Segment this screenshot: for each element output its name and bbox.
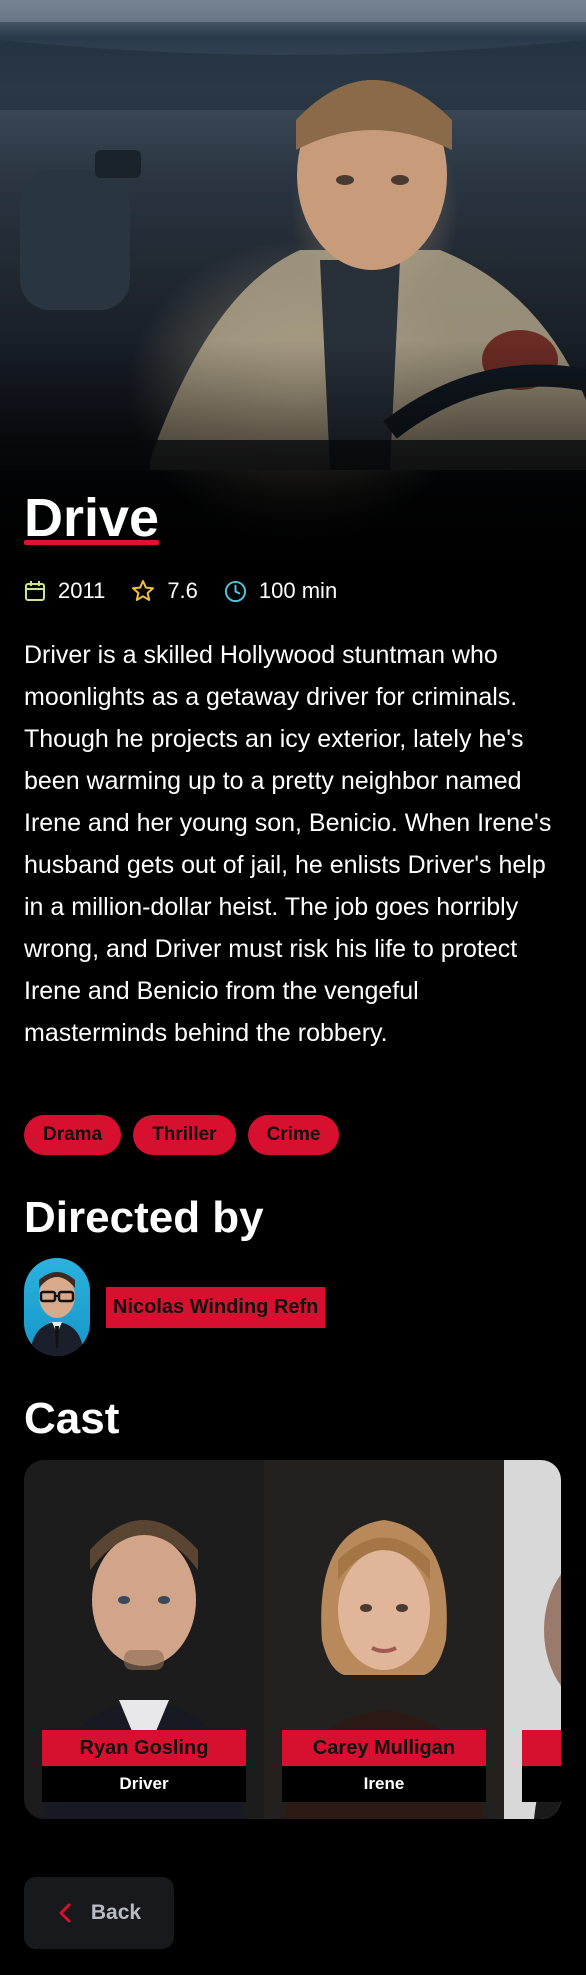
cast-character	[522, 1766, 561, 1802]
clock-icon	[224, 580, 246, 602]
director-name: Nicolas Winding Refn	[106, 1286, 326, 1328]
genre-tag[interactable]: Thriller	[133, 1115, 236, 1155]
star-icon	[132, 580, 155, 601]
genre-tag[interactable]: Drama	[24, 1115, 122, 1155]
directed-by-heading: Directed by	[24, 1193, 264, 1242]
cast-character: Driver	[42, 1766, 246, 1802]
cast-name: Carey Mulligan	[282, 1730, 486, 1766]
genre-list: Drama Thriller Crime	[24, 1115, 340, 1155]
calendar-icon	[25, 581, 45, 601]
runtime-text: 100 min	[258, 578, 338, 603]
director-entry[interactable]: Nicolas Winding Refn	[24, 1258, 326, 1356]
movie-overview: Driver is a skilled Hollywood stuntman w…	[24, 641, 552, 1047]
release-year: 2011	[24, 578, 105, 604]
cast-name: Ryan Gosling	[42, 1730, 246, 1766]
cast-card[interactable]: Carey Mulligan Irene	[264, 1460, 504, 1819]
back-button[interactable]: Back	[24, 1877, 174, 1949]
title-underline	[24, 540, 159, 545]
rating-text: 7.6	[167, 578, 198, 603]
rating: 7.6	[131, 578, 198, 604]
director-avatar	[24, 1258, 90, 1356]
movie-meta: 2011 7.6 100 min	[24, 574, 363, 608]
cast-heading: Cast	[24, 1394, 120, 1443]
genre-tag[interactable]: Crime	[247, 1115, 340, 1155]
cast-card[interactable]: B	[504, 1460, 561, 1819]
runtime: 100 min	[224, 578, 337, 604]
year-text: 2011	[58, 578, 106, 603]
cast-carousel[interactable]: Ryan Gosling Driver Carey Mulligan Irene…	[24, 1460, 561, 1819]
cast-card[interactable]: Ryan Gosling Driver	[24, 1460, 264, 1819]
cast-character: Irene	[282, 1766, 486, 1802]
back-label: Back	[90, 1901, 142, 1924]
cast-name: B	[522, 1730, 561, 1766]
movie-title: Drive	[24, 488, 160, 548]
chevron-left-icon	[59, 1903, 71, 1923]
